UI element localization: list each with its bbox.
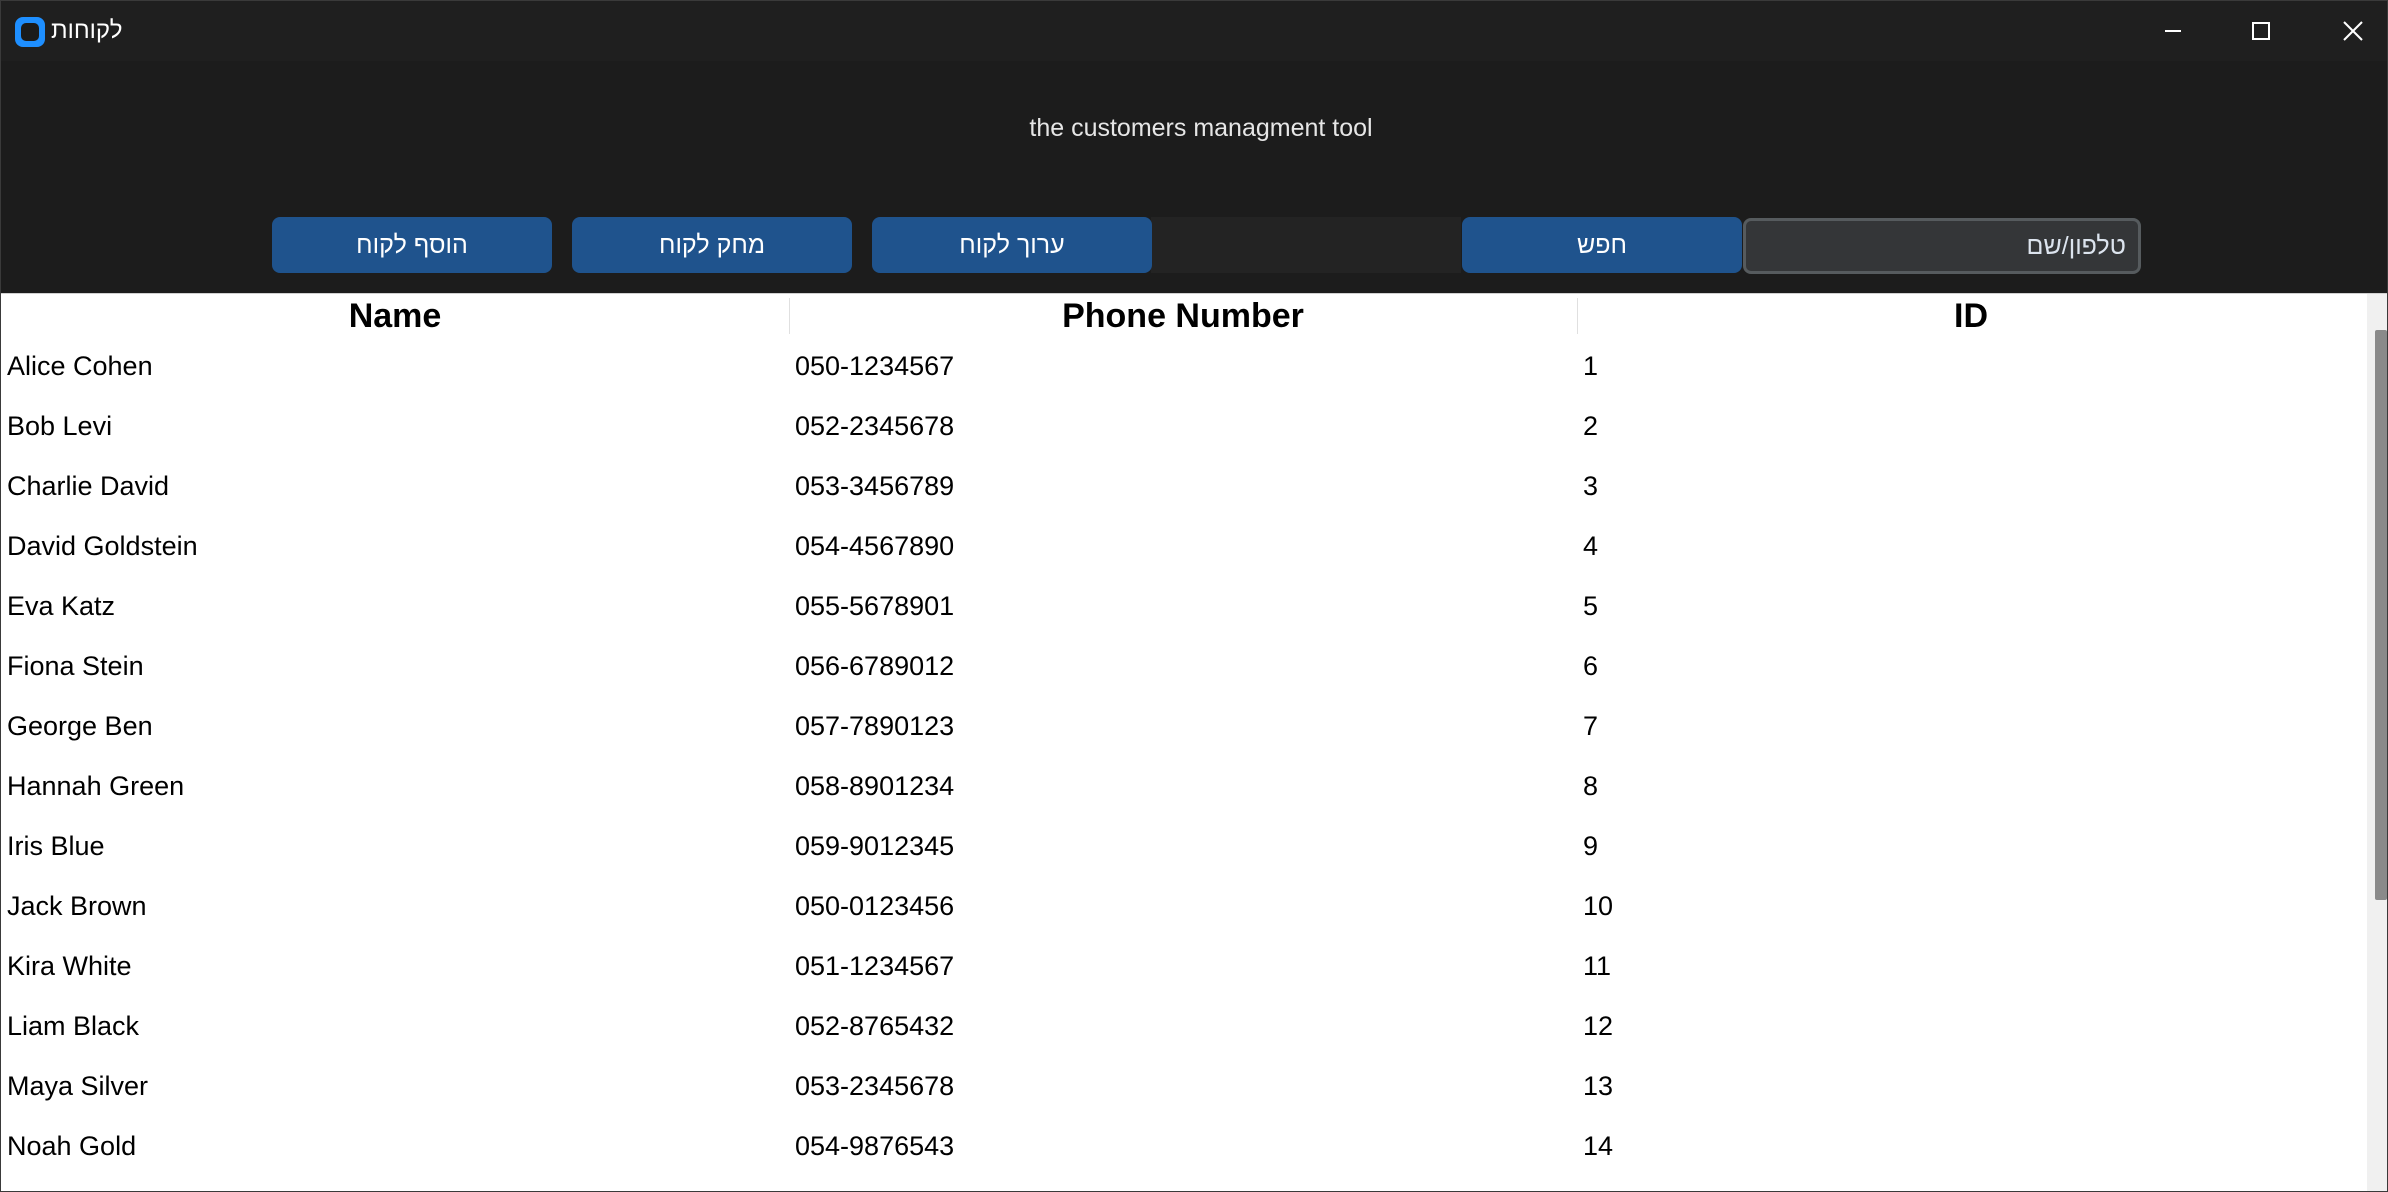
table-row[interactable]: Noah Gold 054-9876543 14 <box>1 1126 2365 1186</box>
cell-name: Iris Blue <box>7 831 105 861</box>
scrollbar-thumb[interactable] <box>2375 330 2387 900</box>
minimize-icon <box>2165 30 2181 32</box>
cell-phone: 054-4567890 <box>795 531 955 561</box>
cell-id: 8 <box>1583 771 1599 801</box>
cell-phone: 050-0123456 <box>795 891 955 921</box>
cell-name: Eva Katz <box>7 591 116 621</box>
app-icon <box>15 17 45 47</box>
cell-name: Kira White <box>7 951 132 981</box>
cell-name: George Ben <box>7 711 153 741</box>
cell-id: 9 <box>1583 831 1599 861</box>
cell-id: 4 <box>1583 531 1599 561</box>
delete-customer-button[interactable]: מחק לקוח <box>572 217 852 273</box>
cell-phone: 052-8765432 <box>795 1011 955 1041</box>
table-row[interactable]: Liam Black 052-8765432 12 <box>1 1006 2365 1066</box>
cell-id: 2 <box>1583 411 1599 441</box>
cell-id: 3 <box>1583 471 1599 501</box>
cell-name: Jack Brown <box>7 891 147 921</box>
column-header-name[interactable]: Name <box>1 294 789 335</box>
cell-phone: 053-3456789 <box>795 471 955 501</box>
cell-name: Hannah Green <box>7 771 185 801</box>
table-row[interactable]: Fiona Stein 056-6789012 6 <box>1 646 2365 706</box>
table-row[interactable]: Iris Blue 059-9012345 9 <box>1 826 2365 886</box>
column-header-id[interactable]: ID <box>1577 294 2365 335</box>
app-window: לקוחות the customers managment tool הוסף… <box>0 0 2388 1192</box>
cell-phone: 051-1234567 <box>795 951 955 981</box>
cell-phone: 054-9876543 <box>795 1131 955 1161</box>
cell-phone: 053-2345678 <box>795 1071 955 1101</box>
cell-id: 12 <box>1583 1011 1614 1041</box>
cell-id: 7 <box>1583 711 1599 741</box>
table-row[interactable]: Kira White 051-1234567 11 <box>1 946 2365 1006</box>
table-row[interactable]: George Ben 057-7890123 7 <box>1 706 2365 766</box>
cell-phone: 058-8901234 <box>795 771 955 801</box>
cell-id: 14 <box>1583 1131 1614 1161</box>
search-button[interactable]: חפש <box>1462 217 1742 273</box>
close-icon <box>2343 21 2363 41</box>
table-row[interactable]: Charlie David 053-3456789 3 <box>1 466 2365 526</box>
table-row[interactable]: Bob Levi 052-2345678 2 <box>1 406 2365 466</box>
table-row[interactable]: Jack Brown 050-0123456 10 <box>1 886 2365 946</box>
edit-customer-button[interactable]: ערוך לקוח <box>872 217 1152 273</box>
title-bar[interactable]: לקוחות <box>1 1 2387 61</box>
cell-id: 10 <box>1583 891 1614 921</box>
cell-phone: 056-6789012 <box>795 651 955 681</box>
cell-phone: 055-5678901 <box>795 591 955 621</box>
cell-name: Charlie David <box>7 471 170 501</box>
table-row[interactable]: David Goldstein 054-4567890 4 <box>1 526 2365 586</box>
table-row[interactable]: Maya Silver 053-2345678 13 <box>1 1066 2365 1126</box>
table-row[interactable]: Hannah Green 058-8901234 8 <box>1 766 2365 826</box>
column-header-phone[interactable]: Phone Number <box>789 294 1577 335</box>
table-row[interactable]: Alice Cohen 050-1234567 1 <box>1 346 2365 406</box>
cell-id: 6 <box>1583 651 1599 681</box>
cell-phone: 052-2345678 <box>795 411 955 441</box>
cell-name: Liam Black <box>7 1011 140 1041</box>
cell-name: David Goldstein <box>7 531 198 561</box>
maximize-icon <box>2252 22 2270 40</box>
cell-id: 13 <box>1583 1071 1614 1101</box>
minimize-button[interactable] <box>2127 1 2219 61</box>
search-input[interactable] <box>1743 218 2141 274</box>
cell-phone: 057-7890123 <box>795 711 955 741</box>
cell-name: Fiona Stein <box>7 651 144 681</box>
cell-name: Bob Levi <box>7 411 113 441</box>
cell-phone: 050-1234567 <box>795 351 955 381</box>
page-subtitle: the customers managment tool <box>1029 114 1373 142</box>
table-header: Name Phone Number ID <box>1 294 2365 335</box>
cell-name: Noah Gold <box>7 1131 137 1161</box>
cell-id: 1 <box>1583 351 1599 381</box>
close-button[interactable] <box>2307 1 2387 61</box>
table-row[interactable]: Eva Katz 055-5678901 5 <box>1 586 2365 646</box>
toolbar-spacer <box>1151 217 1461 273</box>
window-title: לקוחות <box>51 17 123 44</box>
cell-id: 11 <box>1583 951 1612 981</box>
add-customer-button[interactable]: הוסף לקוח <box>272 217 552 273</box>
customers-table: Name Phone Number ID Alice Cohen 050-123… <box>1 293 2387 1191</box>
cell-name: Maya Silver <box>7 1071 149 1101</box>
cell-name: Alice Cohen <box>7 351 153 381</box>
vertical-scrollbar[interactable] <box>2367 294 2387 1191</box>
maximize-button[interactable] <box>2215 1 2307 61</box>
cell-id: 5 <box>1583 591 1599 621</box>
cell-phone: 059-9012345 <box>795 831 955 861</box>
